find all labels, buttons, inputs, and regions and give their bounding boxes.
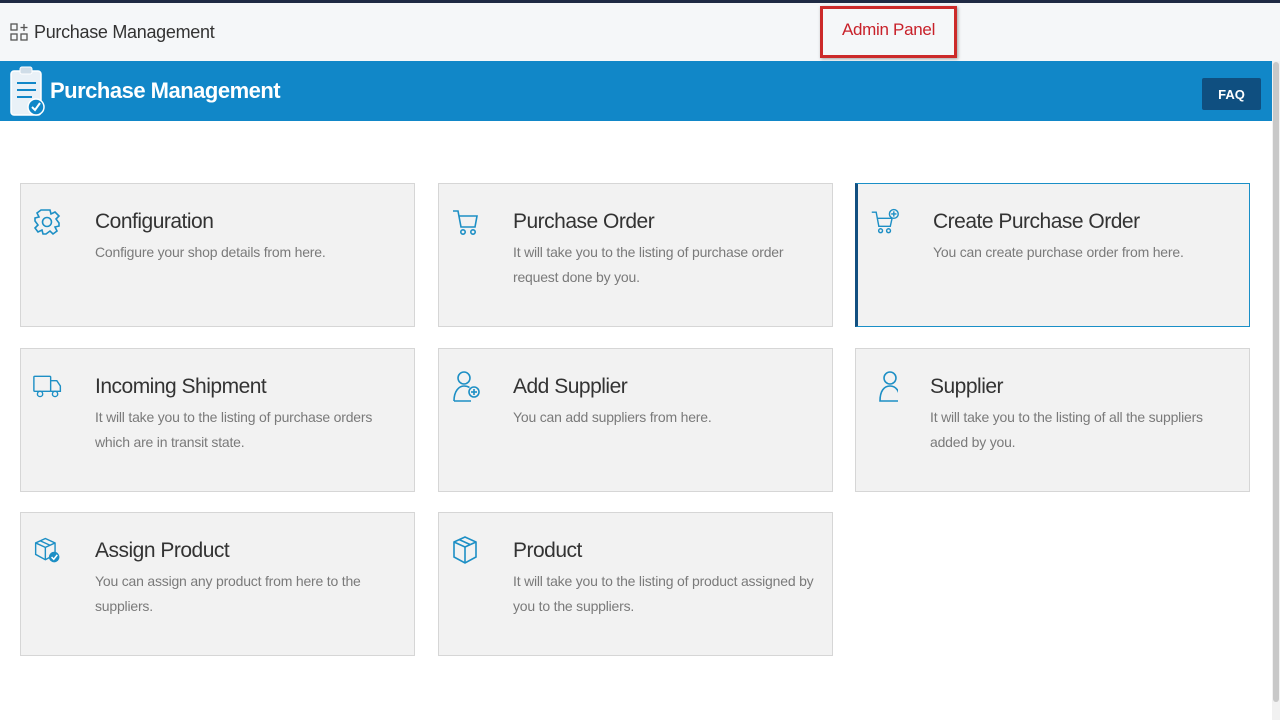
admin-panel-label: Admin Panel (841, 20, 936, 39)
tile-product[interactable]: Product It will take you to the listing … (438, 512, 833, 656)
tile-description: Configure your shop details from here. (95, 244, 326, 260)
tile-description: You can create purchase order from here. (933, 244, 1184, 260)
tile-add-supplier[interactable]: Add Supplier You can add suppliers from … (438, 348, 833, 492)
cart-icon (453, 210, 478, 235)
tile-title: Product (513, 539, 582, 562)
scrollbar-thumb[interactable] (1273, 62, 1279, 702)
tile-description: It will take you to the listing of purch… (95, 409, 373, 450)
tile-title: Supplier (930, 375, 1004, 398)
clipboard-checklist-icon (10, 66, 45, 116)
tile-supplier[interactable]: Supplier It will take you to the listing… (855, 348, 1250, 492)
gear-icon (33, 209, 61, 236)
tile-description: It will take you to the listing of all t… (930, 409, 1203, 450)
app-title: Purchase Management (34, 22, 215, 42)
tile-purchase-order[interactable]: Purchase Order It will take you to the l… (438, 183, 833, 327)
tile-description: You can assign any product from here to … (95, 573, 361, 614)
page-header-banner: Purchase Management FAQ (0, 61, 1272, 121)
user-plus-icon (453, 371, 480, 402)
tile-description: It will take you to the listing of purch… (513, 244, 784, 285)
tile-title: Configuration (95, 210, 214, 233)
tile-title: Create Purchase Order (933, 210, 1140, 233)
tile-description: It will take you to the listing of produ… (513, 573, 814, 614)
tile-assign-product[interactable]: Assign Product You can assign any produc… (20, 512, 415, 656)
tile-title: Assign Product (95, 539, 230, 562)
box-icon (453, 536, 477, 564)
tile-title: Purchase Order (513, 210, 655, 233)
top-bar: Purchase Management (0, 3, 1280, 61)
tile-configuration[interactable]: Configuration Configure your shop detail… (20, 183, 415, 327)
truck-icon (33, 375, 62, 398)
tile-description: You can add suppliers from here. (513, 409, 712, 425)
user-icon (879, 371, 898, 402)
tile-title: Add Supplier (513, 375, 628, 398)
cart-plus-icon (871, 208, 899, 234)
admin-panel-annotation: Admin Panel (820, 6, 957, 58)
faq-button[interactable]: FAQ (1202, 78, 1261, 110)
apps-grid-icon[interactable] (10, 23, 28, 41)
page-title: Purchase Management (50, 78, 281, 103)
box-check-icon (34, 537, 60, 563)
tile-title: Incoming Shipment (95, 375, 267, 398)
tile-incoming-shipment[interactable]: Incoming Shipment It will take you to th… (20, 348, 415, 492)
tile-create-purchase-order[interactable]: Create Purchase Order You can create pur… (855, 183, 1250, 327)
